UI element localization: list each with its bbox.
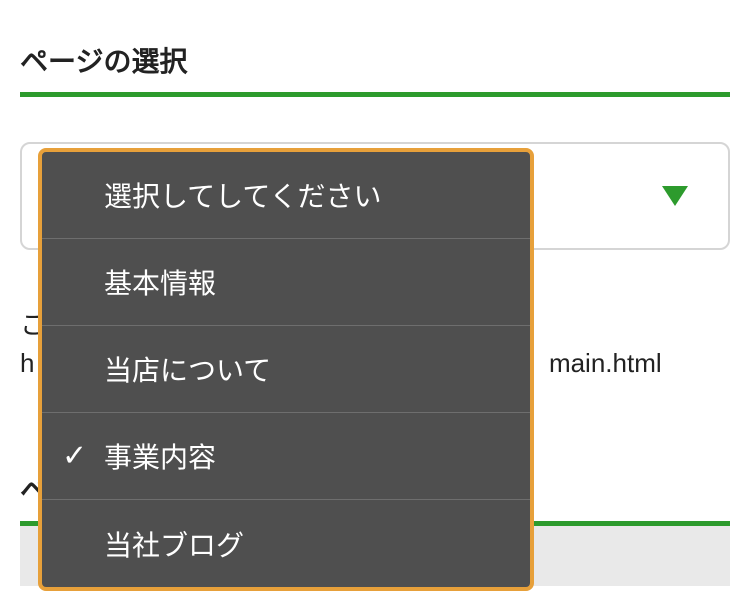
dropdown-item-label: 当店について bbox=[104, 349, 271, 389]
dropdown-item-label: 基本情報 bbox=[104, 262, 216, 302]
dropdown-item-about-store[interactable]: 当店について bbox=[42, 326, 530, 413]
chevron-down-icon bbox=[662, 186, 688, 206]
page-title: ページの選択 bbox=[20, 40, 730, 97]
dropdown-item-label: 当社ブログ bbox=[104, 524, 244, 564]
dropdown-item-label: 事業内容 bbox=[104, 436, 216, 476]
dropdown-item-basic-info[interactable]: 基本情報 bbox=[42, 239, 530, 326]
dropdown-item-placeholder[interactable]: 選択してしてください bbox=[42, 152, 530, 239]
url-prefix-fragment: h bbox=[20, 348, 34, 378]
url-suffix: main.html bbox=[549, 348, 662, 378]
dropdown-item-label: 選択してしてください bbox=[104, 175, 381, 215]
dropdown-item-company-blog[interactable]: 当社ブログ bbox=[42, 500, 530, 587]
dropdown-item-business-content[interactable]: ✓ 事業内容 bbox=[42, 413, 530, 500]
dropdown-popup: 選択してしてください 基本情報 当店について ✓ 事業内容 当社ブログ bbox=[38, 148, 534, 591]
check-icon: ✓ bbox=[62, 439, 87, 474]
